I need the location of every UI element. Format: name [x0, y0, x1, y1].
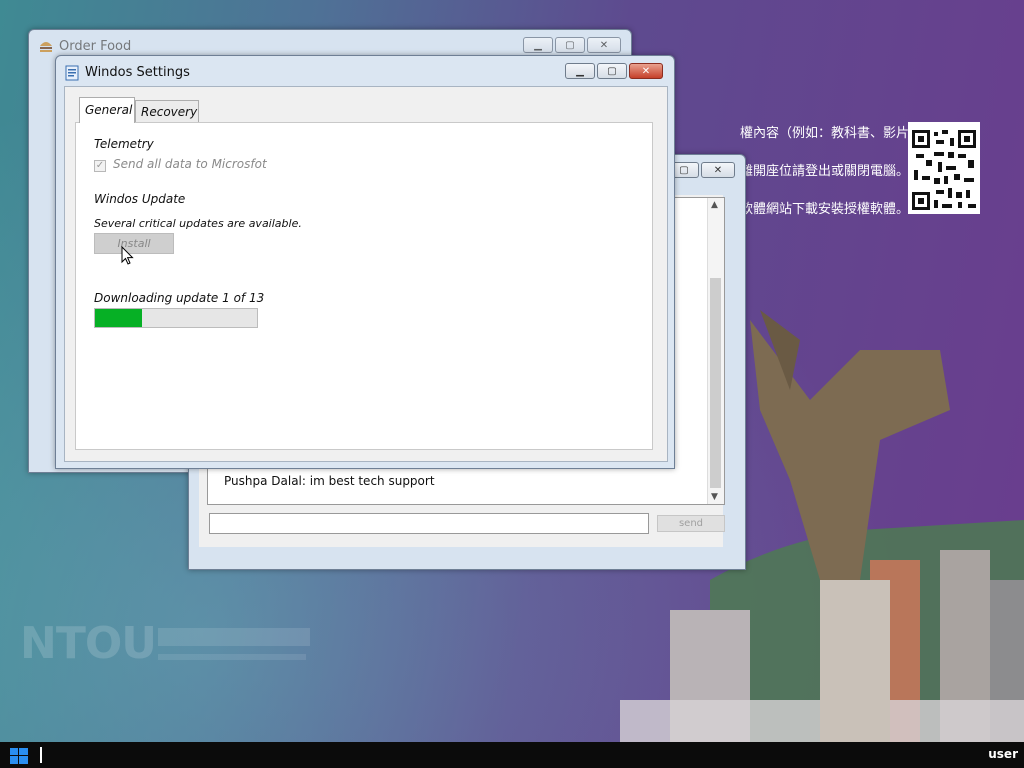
settings-window[interactable]: Windos Settings ▁ ▢ ✕ General Recovery T…: [55, 55, 675, 469]
order-close-button[interactable]: ✕: [587, 37, 621, 53]
settings-minimize-button[interactable]: ▁: [565, 63, 595, 79]
mouse-cursor-icon: [121, 246, 134, 265]
send-button[interactable]: send: [657, 515, 725, 532]
close-icon: ✕: [599, 39, 609, 51]
telemetry-heading: Telemetry: [94, 137, 154, 151]
notice-line-3: 軟體網站下載安裝授權軟體。: [740, 202, 910, 217]
order-minimize-button[interactable]: ▁: [523, 37, 553, 53]
telemetry-checkbox[interactable]: ✓: [94, 160, 106, 172]
maximize-icon: ▢: [679, 164, 689, 176]
maximize-icon: ▢: [565, 39, 575, 51]
minimize-icon: ▁: [576, 65, 584, 77]
scroll-thumb[interactable]: [710, 278, 721, 488]
update-status-text: Several critical updates are available.: [94, 217, 302, 230]
settings-maximize-button[interactable]: ▢: [597, 63, 627, 79]
qr-code: [908, 122, 980, 214]
chat-scrollbar[interactable]: ▲ ▼: [707, 198, 724, 504]
chat-input[interactable]: [209, 513, 649, 534]
checkmark-icon: ✓: [95, 160, 105, 171]
download-progress-text: Downloading update 1 of 13: [94, 291, 265, 305]
close-icon: ✕: [713, 164, 723, 176]
general-tab-panel: Telemetry ✓ Send all data to Microsfot W…: [75, 122, 653, 450]
order-maximize-button[interactable]: ▢: [555, 37, 585, 53]
burger-icon: [39, 40, 53, 56]
watermark-subtitle: [158, 628, 310, 646]
scroll-down-icon[interactable]: ▼: [711, 492, 718, 502]
taskbar-text-caret[interactable]: [40, 747, 42, 763]
chat-message: Pushpa Dalal: im best tech support: [224, 474, 435, 488]
settings-client-area: General Recovery Telemetry ✓ Send all da…: [64, 86, 668, 462]
chat-close-button[interactable]: ✕: [701, 162, 735, 178]
tab-general[interactable]: General: [79, 97, 135, 123]
settings-app-icon: [65, 65, 79, 84]
update-heading: Windos Update: [94, 192, 186, 206]
settings-title: Windos Settings: [85, 65, 190, 80]
progress-fill: [95, 309, 142, 327]
telemetry-checkbox-label: Send all data to Microsfot: [113, 157, 267, 171]
close-icon: ✕: [641, 65, 651, 77]
scroll-up-icon[interactable]: ▲: [711, 200, 718, 210]
watermark-subtitle-line: [158, 654, 306, 660]
maximize-icon: ▢: [607, 65, 617, 77]
order-food-title: Order Food: [59, 39, 132, 54]
notice-line-2: 離開座位請登出或關閉電腦。: [740, 164, 910, 179]
user-label[interactable]: user: [988, 747, 1018, 761]
settings-titlebar[interactable]: Windos Settings ▁ ▢ ✕: [56, 56, 674, 86]
tab-recovery[interactable]: Recovery: [135, 100, 199, 122]
taskbar: user: [0, 742, 1024, 768]
windows-start-icon[interactable]: [10, 748, 28, 767]
settings-close-button[interactable]: ✕: [629, 63, 663, 79]
minimize-icon: ▁: [534, 39, 542, 51]
ntou-watermark: NTOU: [20, 618, 157, 669]
download-progress-bar: [94, 308, 258, 328]
